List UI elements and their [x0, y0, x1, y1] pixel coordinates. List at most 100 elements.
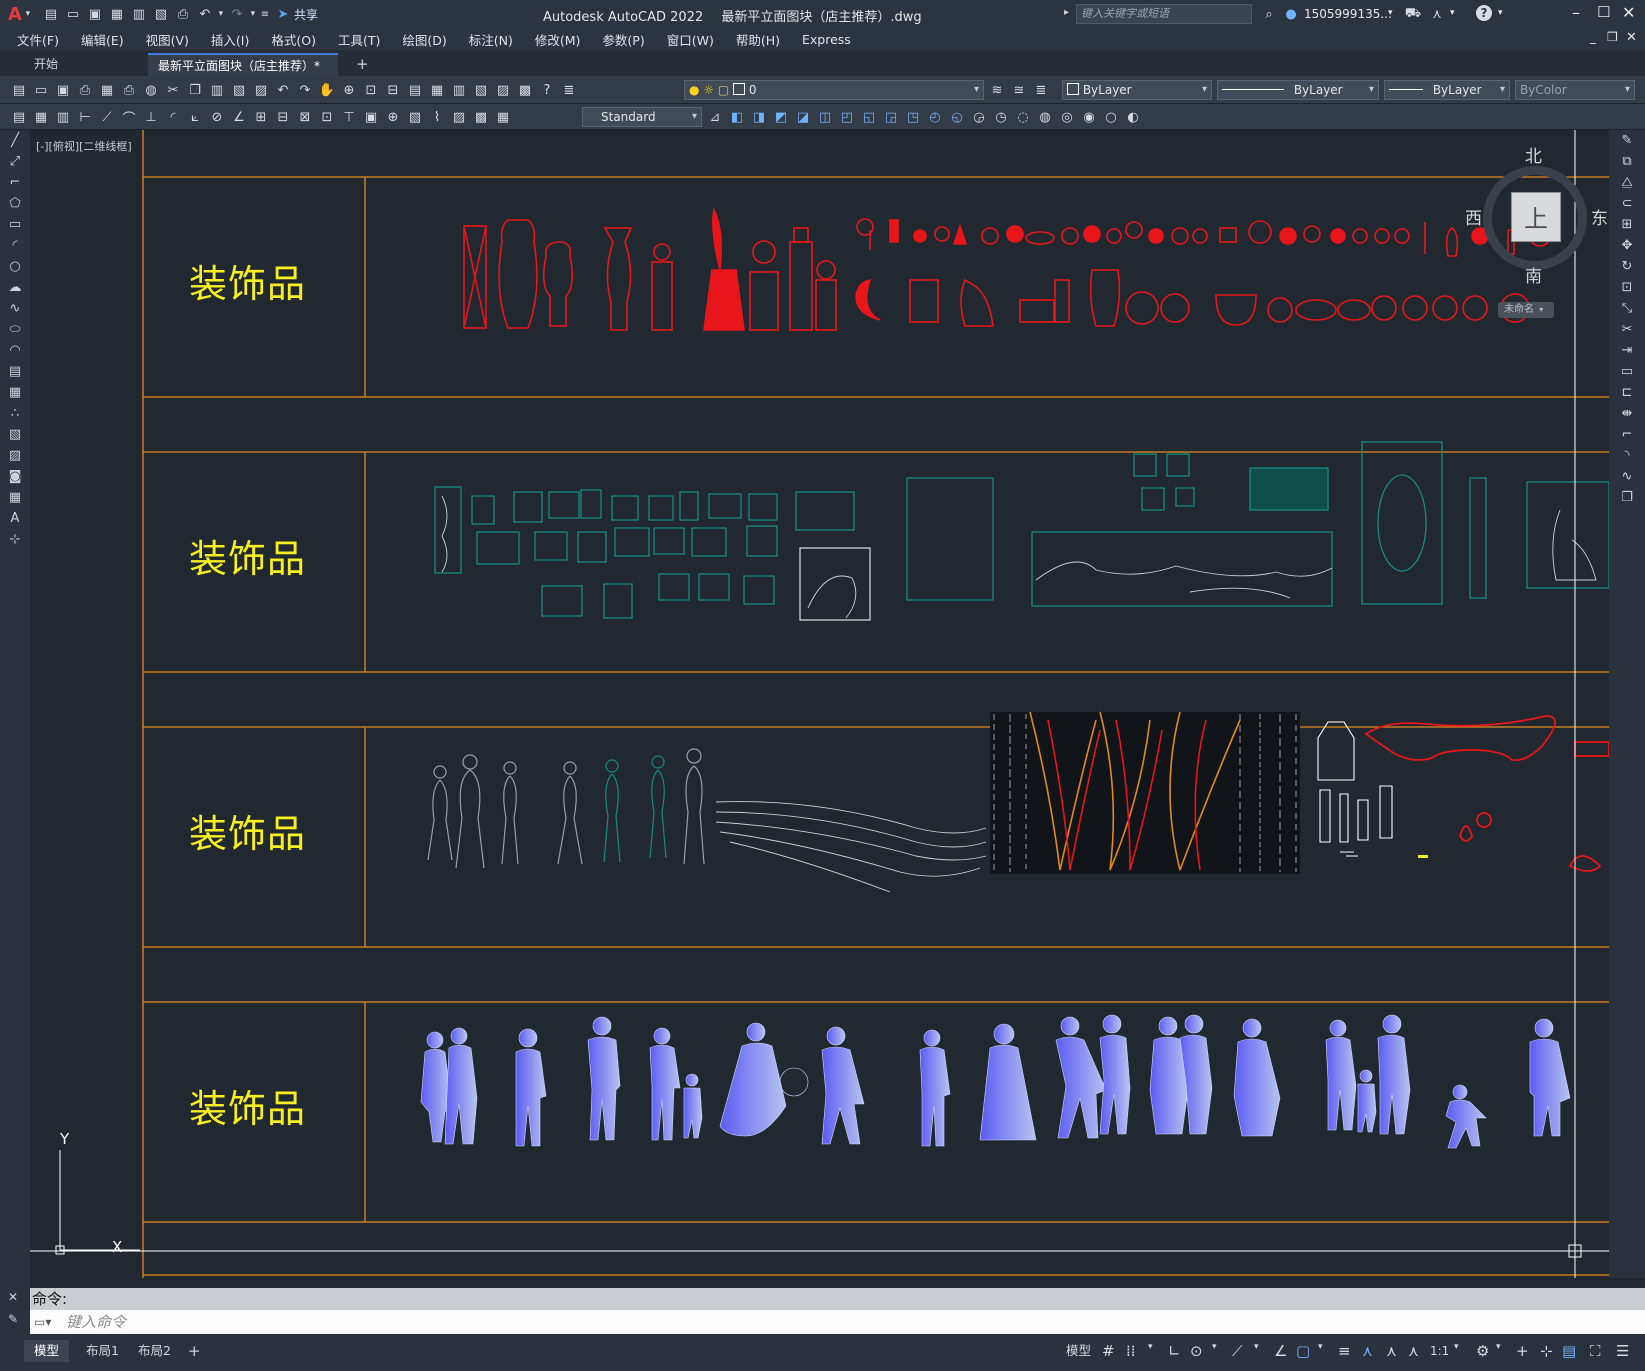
make-current-icon[interactable]: ≋ [986, 80, 1008, 100]
open-file-icon[interactable]: ▭ [62, 4, 84, 24]
insert-block-icon[interactable]: ▤ [0, 361, 30, 382]
erase-icon[interactable]: ✎ [1609, 130, 1645, 151]
save-as-icon[interactable]: ▦ [106, 4, 128, 24]
visual-style-icon[interactable]: ◶ [968, 107, 990, 127]
auto-scale-icon[interactable]: ⋏ [1386, 1342, 1397, 1360]
cart-icon[interactable]: ⛟ [1402, 4, 1424, 24]
save-icon[interactable]: ▣ [84, 4, 106, 24]
isodraft-icon[interactable]: ⟋ [1232, 1342, 1243, 1360]
menu-insert[interactable]: 插入(I) [211, 30, 249, 49]
polygon-icon[interactable]: ⬠ [0, 193, 30, 214]
layer-properties-icon[interactable]: ≣ [558, 80, 580, 100]
minimize-window-icon[interactable]: – [1572, 3, 1580, 22]
export-icon[interactable]: ▧ [150, 4, 172, 24]
arc-length-icon[interactable]: ⌒ [118, 107, 140, 127]
dim-edit-icon[interactable]: ▨ [448, 107, 470, 127]
make-block-icon[interactable]: ▦ [0, 382, 30, 403]
workspace-dropdown-icon[interactable]: ▾ [1496, 1342, 1501, 1352]
customization-menu-icon[interactable]: ☰ [1616, 1342, 1629, 1360]
compass-east[interactable]: 东 [1591, 204, 1608, 229]
point-icon[interactable]: ∴ [0, 403, 30, 424]
break-at-point-icon[interactable]: ▭ [1609, 361, 1645, 382]
redo-icon[interactable]: ↷ [226, 4, 248, 24]
annotation-scale-value[interactable]: 1:1 [1430, 1344, 1449, 1358]
lineweight-select[interactable]: ByLayer ▾ [1384, 80, 1510, 100]
annotation-monitor-icon[interactable]: + [1516, 1342, 1529, 1360]
dimstyle-dropdown-icon[interactable]: ▾ [692, 108, 697, 126]
search-icon[interactable]: ⌕ [1258, 4, 1280, 24]
chamfer-icon[interactable]: ⌐ [1609, 424, 1645, 445]
cut-icon[interactable]: ✂ [162, 80, 184, 100]
subtract-icon[interactable]: ◩ [770, 107, 792, 127]
command-line-grip[interactable]: ✕ ✎ [0, 1278, 30, 1334]
union-icon[interactable]: ◨ [748, 107, 770, 127]
revision-cloud-icon[interactable]: ☁ [0, 277, 30, 298]
ucs-menu-button[interactable]: 未命名 ▾ [1498, 302, 1554, 318]
layer-states-icon[interactable]: ≣ [1030, 80, 1052, 100]
workspace-gear-icon[interactable]: ⚙ [1476, 1342, 1489, 1360]
units-icon[interactable]: ⊹ [1540, 1342, 1553, 1360]
menu-express[interactable]: Express [802, 32, 851, 47]
a360-dropdown-icon[interactable]: ▾ [1450, 8, 1455, 18]
preview-icon[interactable]: ▦ [96, 80, 118, 100]
color-select[interactable]: ByLayer ▾ [1062, 80, 1212, 100]
plotstyle-select[interactable]: ByColor ▾ [1515, 80, 1635, 100]
scale-icon[interactable]: ⊡ [1609, 277, 1645, 298]
menu-format[interactable]: 格式(O) [271, 30, 316, 49]
rectangle-icon[interactable]: ▭ [0, 214, 30, 235]
redo-list-icon[interactable]: ▾ [248, 4, 258, 24]
ordinate-dim-icon[interactable]: ⊥ [140, 107, 162, 127]
close-window-icon[interactable]: ✕ [1622, 3, 1635, 22]
osnap-dropdown-icon[interactable]: ▾ [1318, 1342, 1323, 1352]
layer-dropdown-icon[interactable]: ▾ [974, 81, 979, 99]
break-icon[interactable]: ⊏ [1609, 382, 1645, 403]
tab-layout2[interactable]: 布局2 [128, 1340, 181, 1362]
table-icon[interactable]: ▦ [0, 487, 30, 508]
paste-icon[interactable]: ▥ [206, 80, 228, 100]
line-icon[interactable]: ╱ [0, 130, 30, 151]
light-icon[interactable]: ◌ [1012, 107, 1034, 127]
layer-on-icon[interactable]: ● [689, 83, 699, 97]
linetype-select[interactable]: ByLayer ▾ [1217, 80, 1379, 100]
spline-icon[interactable]: ∿ [0, 298, 30, 319]
draw-order-icon[interactable]: ▤ [8, 107, 30, 127]
a360-icon[interactable]: ⋏ [1426, 4, 1448, 24]
customize-qat-icon[interactable]: ≡ [258, 4, 272, 24]
search-input[interactable]: 键入关键字或短语 [1076, 4, 1252, 24]
annotation-scale-icon[interactable]: ⋏ [1408, 1342, 1419, 1360]
jogged-dim-icon[interactable]: ⟀ [184, 107, 206, 127]
mirror-icon[interactable]: ⧋ [1609, 172, 1645, 193]
command-settings-icon[interactable]: ✎ [8, 1312, 18, 1326]
orbit-icon[interactable]: ◐ [1122, 107, 1144, 127]
arc-icon[interactable]: ◜ [0, 235, 30, 256]
fillet-icon[interactable]: ◝ [1609, 445, 1645, 466]
markup-icon[interactable]: ▨ [492, 80, 514, 100]
menu-help[interactable]: 帮助(H) [736, 30, 780, 49]
ellipse-arc-icon[interactable]: ◠ [0, 340, 30, 361]
publish-icon[interactable]: ▥ [128, 4, 150, 24]
search-expand-icon[interactable]: ▸ [1064, 7, 1069, 18]
interfere-icon[interactable]: ◵ [946, 107, 968, 127]
fly-icon[interactable]: ○ [1100, 107, 1122, 127]
quick-properties-icon[interactable]: ▤ [1562, 1342, 1576, 1360]
dimstyle-manager-icon[interactable]: ⊿ [704, 107, 726, 127]
osnap-icon[interactable]: ▢ [1296, 1342, 1310, 1360]
command-recent-icon[interactable]: ▭▾ [34, 1310, 51, 1334]
extend-icon[interactable]: ⇥ [1609, 340, 1645, 361]
tab-model[interactable]: 模型 [24, 1340, 70, 1362]
menu-dimension[interactable]: 标注(N) [469, 30, 513, 49]
properties-icon[interactable]: ▤ [404, 80, 426, 100]
plot-icon[interactable]: ⎙ [172, 4, 194, 24]
construction-line-icon[interactable]: ⤢ [0, 151, 30, 172]
viewcube[interactable]: 上 北 南 西 东 [1465, 140, 1608, 287]
baseline-dim-icon[interactable]: ⊟ [272, 107, 294, 127]
doc-restore-icon[interactable]: ❐ [1607, 30, 1618, 44]
share-icon[interactable]: ➤ [272, 4, 294, 24]
menu-modify[interactable]: 修改(M) [535, 30, 581, 49]
user-name[interactable]: 1505999135... [1304, 7, 1392, 21]
quick-dim-icon[interactable]: ⊞ [250, 107, 272, 127]
ellipse-icon[interactable]: ⬭ [0, 319, 30, 340]
snap-dropdown-icon[interactable]: ▾ [1148, 1342, 1153, 1352]
tab-layout1[interactable]: 布局1 [76, 1340, 129, 1362]
doc-minimize-icon[interactable]: _ [1590, 30, 1596, 44]
